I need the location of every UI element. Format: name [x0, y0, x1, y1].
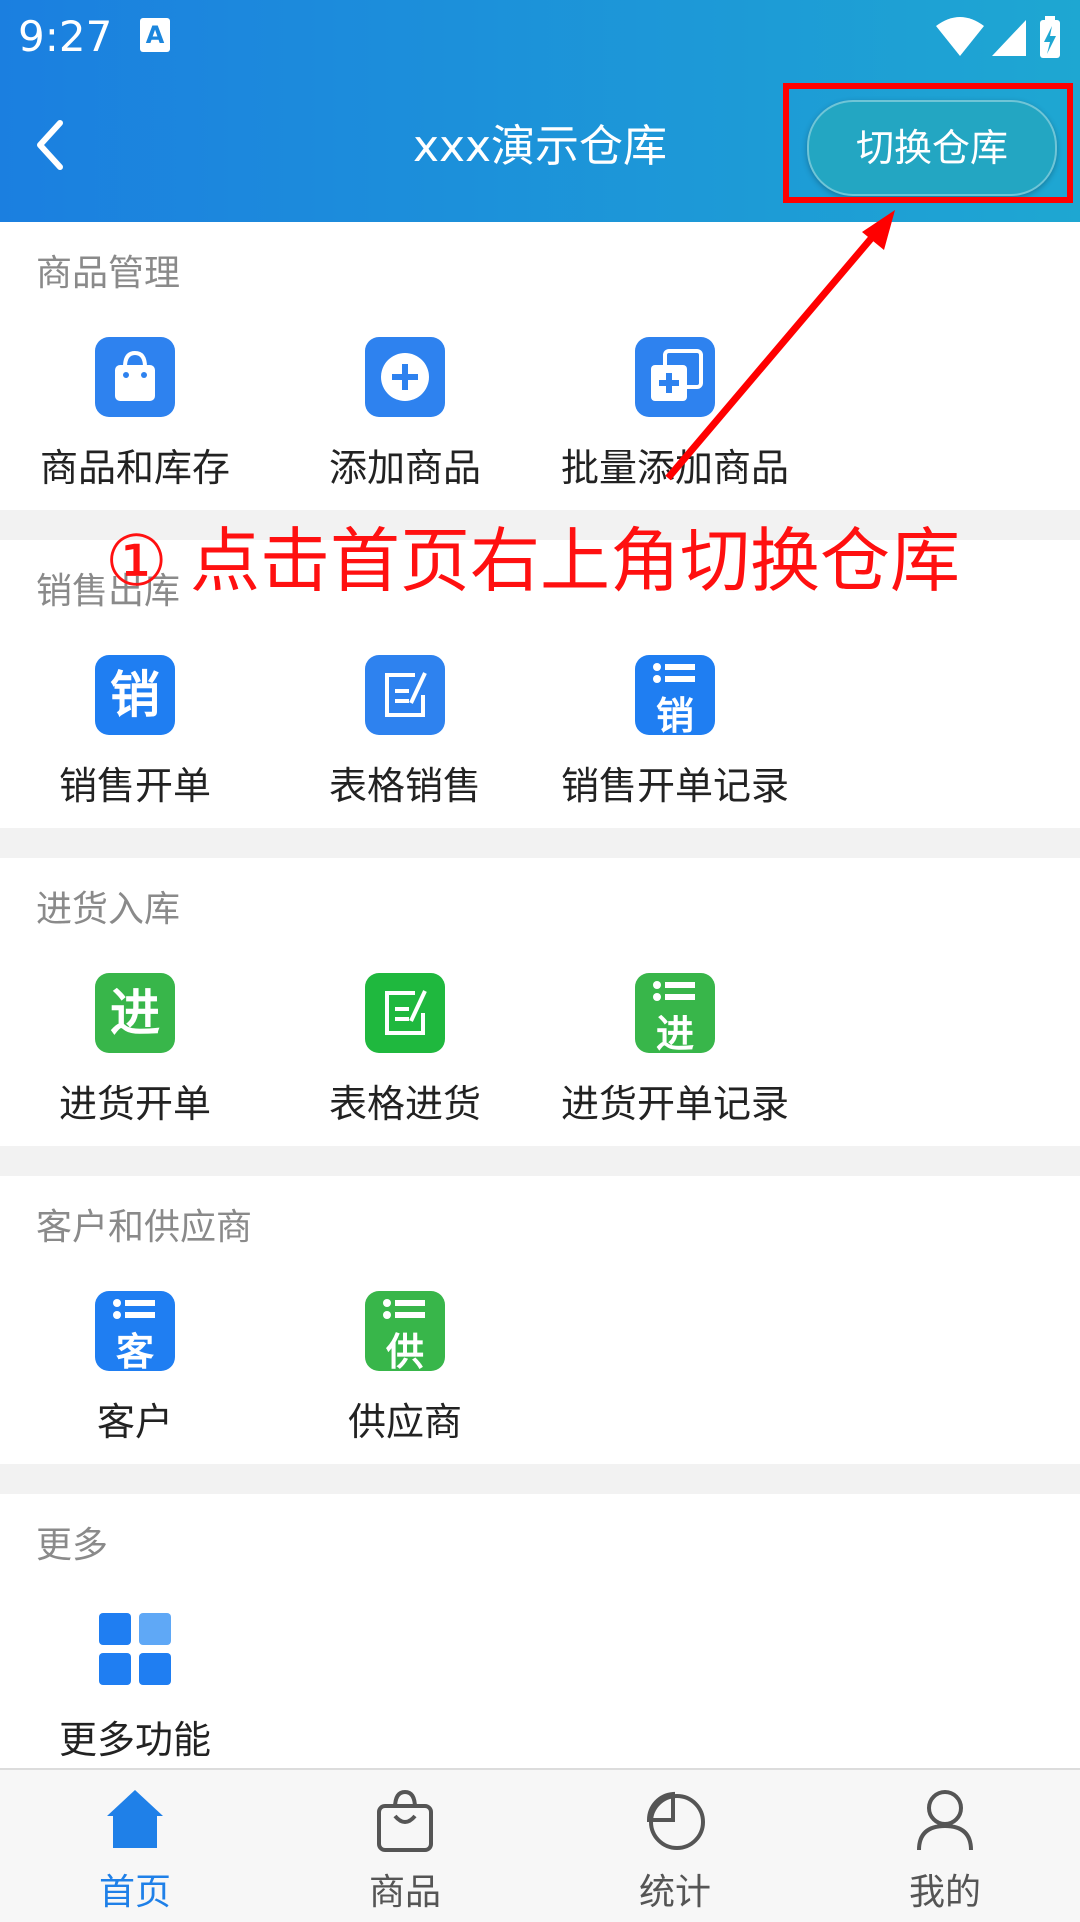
section-purchase-inbound: 进货入库 进 进货开单 表格进货 进 进货开单记录 — [0, 858, 1080, 1146]
icon-glyph: 销 — [655, 694, 694, 735]
tab-label: 商品 — [368, 1872, 441, 1913]
icon-glyph: 销 — [110, 666, 160, 724]
section-more: 更多 更多功能 — [0, 1494, 1080, 1768]
wifi-icon — [936, 17, 984, 56]
sale-record-icon: 销 — [635, 655, 715, 735]
annotation-highlight-box — [783, 83, 1073, 203]
tab-statistics[interactable]: 统计 — [540, 1770, 810, 1922]
bag-icon — [377, 1789, 433, 1852]
section-title: 商品管理 — [36, 253, 181, 294]
annotation-text: ① 点击首页右上角切换仓库 — [105, 520, 961, 602]
purchase-char-icon: 进 — [95, 973, 175, 1053]
icon-glyph: 供 — [385, 1330, 424, 1371]
item-label: 销售开单 — [58, 764, 211, 808]
sale-char-icon: 销 — [95, 655, 175, 735]
section-title: 进货入库 — [36, 889, 181, 930]
item-label: 客户 — [96, 1400, 173, 1444]
status-icons — [936, 16, 1060, 58]
section-product-management: 商品管理 商品和库存 添加商品 批量添加商品 — [0, 222, 1080, 510]
item-label: 表格进货 — [328, 1082, 481, 1126]
item-label: 供应商 — [347, 1400, 462, 1444]
item-label: 表格销售 — [328, 764, 481, 808]
item-label: 进货开单记录 — [560, 1082, 789, 1126]
batch-add-icon — [635, 337, 715, 417]
section-title: 客户和供应商 — [36, 1207, 253, 1248]
plus-circle-icon — [365, 337, 445, 417]
edit-form-icon — [365, 655, 445, 735]
signal-icon — [992, 20, 1026, 56]
pie-chart-icon — [646, 1791, 705, 1850]
home-icon — [107, 1790, 163, 1848]
item-label: 批量添加商品 — [560, 446, 789, 490]
page-title: xxx演示仓库 — [412, 121, 668, 172]
grid-icon — [95, 1609, 175, 1689]
tab-home[interactable]: 首页 — [0, 1770, 270, 1922]
edit-form-icon — [365, 973, 445, 1053]
item-label: 销售开单记录 — [560, 764, 789, 808]
purchase-record-icon: 进 — [635, 973, 715, 1053]
item-label: 商品和库存 — [39, 446, 230, 490]
item-label: 更多功能 — [58, 1718, 211, 1762]
item-label: 进货开单 — [58, 1082, 211, 1126]
customer-icon: 客 — [95, 1291, 175, 1371]
shopping-bag-icon — [95, 337, 175, 417]
bottom-tab-bar: 首页 商品 统计 我的 — [0, 1768, 1080, 1922]
icon-glyph: 进 — [655, 1012, 694, 1053]
status-time: 9:27 — [18, 12, 113, 61]
tab-mine[interactable]: 我的 — [810, 1770, 1080, 1922]
tab-label: 统计 — [638, 1872, 711, 1913]
tab-label: 首页 — [98, 1872, 171, 1913]
status-bar: 9:27 A — [0, 0, 1080, 72]
tab-label: 我的 — [908, 1872, 981, 1913]
section-customers-suppliers: 客户和供应商 客 客户 供 供应商 — [0, 1176, 1080, 1464]
notification-app-icon: A — [140, 18, 170, 52]
section-title: 更多 — [36, 1525, 109, 1566]
back-arrow-icon[interactable] — [30, 115, 80, 175]
item-label: 添加商品 — [328, 446, 481, 490]
supplier-icon: 供 — [365, 1291, 445, 1371]
tab-products[interactable]: 商品 — [270, 1770, 540, 1922]
user-icon — [917, 1790, 973, 1851]
icon-glyph: 进 — [110, 984, 160, 1042]
icon-glyph: 客 — [115, 1330, 154, 1371]
battery-icon — [1040, 16, 1060, 58]
